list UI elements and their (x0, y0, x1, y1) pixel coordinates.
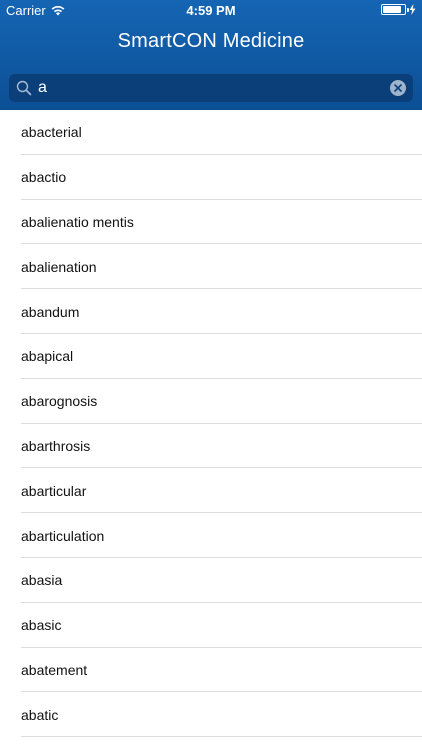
status-time: 4:59 PM (186, 3, 236, 18)
list-item-label: abarthrosis (21, 437, 91, 454)
list-item[interactable]: abarognosis (0, 379, 422, 424)
list-item-label: abactio (21, 169, 67, 186)
page-title: SmartCON Medicine (117, 30, 305, 52)
list-item-label: abasia (21, 572, 63, 589)
status-bar: Carrier 4:59 PM (0, 0, 422, 22)
list-item[interactable]: abalienation (0, 244, 422, 289)
list-item[interactable]: abalienatio mentis (0, 200, 422, 245)
list-item[interactable]: abandum (0, 289, 422, 334)
results-list: abacterial abactio abalienatio mentis ab… (0, 110, 422, 737)
header: Carrier 4:59 PM SmartCON Medicine (0, 0, 422, 110)
list-item-label: abarticulation (21, 527, 105, 544)
list-item[interactable]: abasic (0, 603, 422, 648)
search-icon (16, 80, 32, 96)
list-item[interactable]: abacterial (0, 110, 422, 155)
list-item[interactable]: abatement (0, 648, 422, 693)
list-item[interactable]: abarticular (0, 468, 422, 513)
list-item-label: abarognosis (21, 393, 98, 410)
list-item-label: abapical (21, 348, 74, 365)
battery-fill (383, 6, 401, 13)
list-item-label: abacterial (21, 124, 82, 141)
list-item-label: abalienatio mentis (21, 213, 134, 230)
battery-nub (407, 8, 409, 12)
list-item-label: abatement (21, 661, 88, 678)
list-item-label: abalienation (21, 258, 97, 275)
list-item[interactable]: abapical (0, 334, 422, 379)
list-item[interactable]: abasia (0, 558, 422, 603)
list-item[interactable]: abactio (0, 155, 422, 200)
charging-bolt-icon (409, 4, 416, 15)
list-item-label: abatic (21, 706, 59, 723)
list-item[interactable]: abarticulation (0, 513, 422, 558)
list-item[interactable]: abarthrosis (0, 424, 422, 469)
status-right (381, 4, 416, 15)
clear-search-button[interactable] (390, 80, 406, 96)
list-item-label: abasic (21, 617, 62, 634)
clear-icon (394, 84, 402, 92)
list-item[interactable]: abatic (0, 692, 422, 737)
list-item-label: abarticular (21, 482, 87, 499)
list-item-label: abandum (21, 303, 80, 320)
search-bar[interactable] (9, 74, 413, 102)
battery-icon (381, 4, 409, 15)
search-input[interactable] (38, 74, 378, 102)
